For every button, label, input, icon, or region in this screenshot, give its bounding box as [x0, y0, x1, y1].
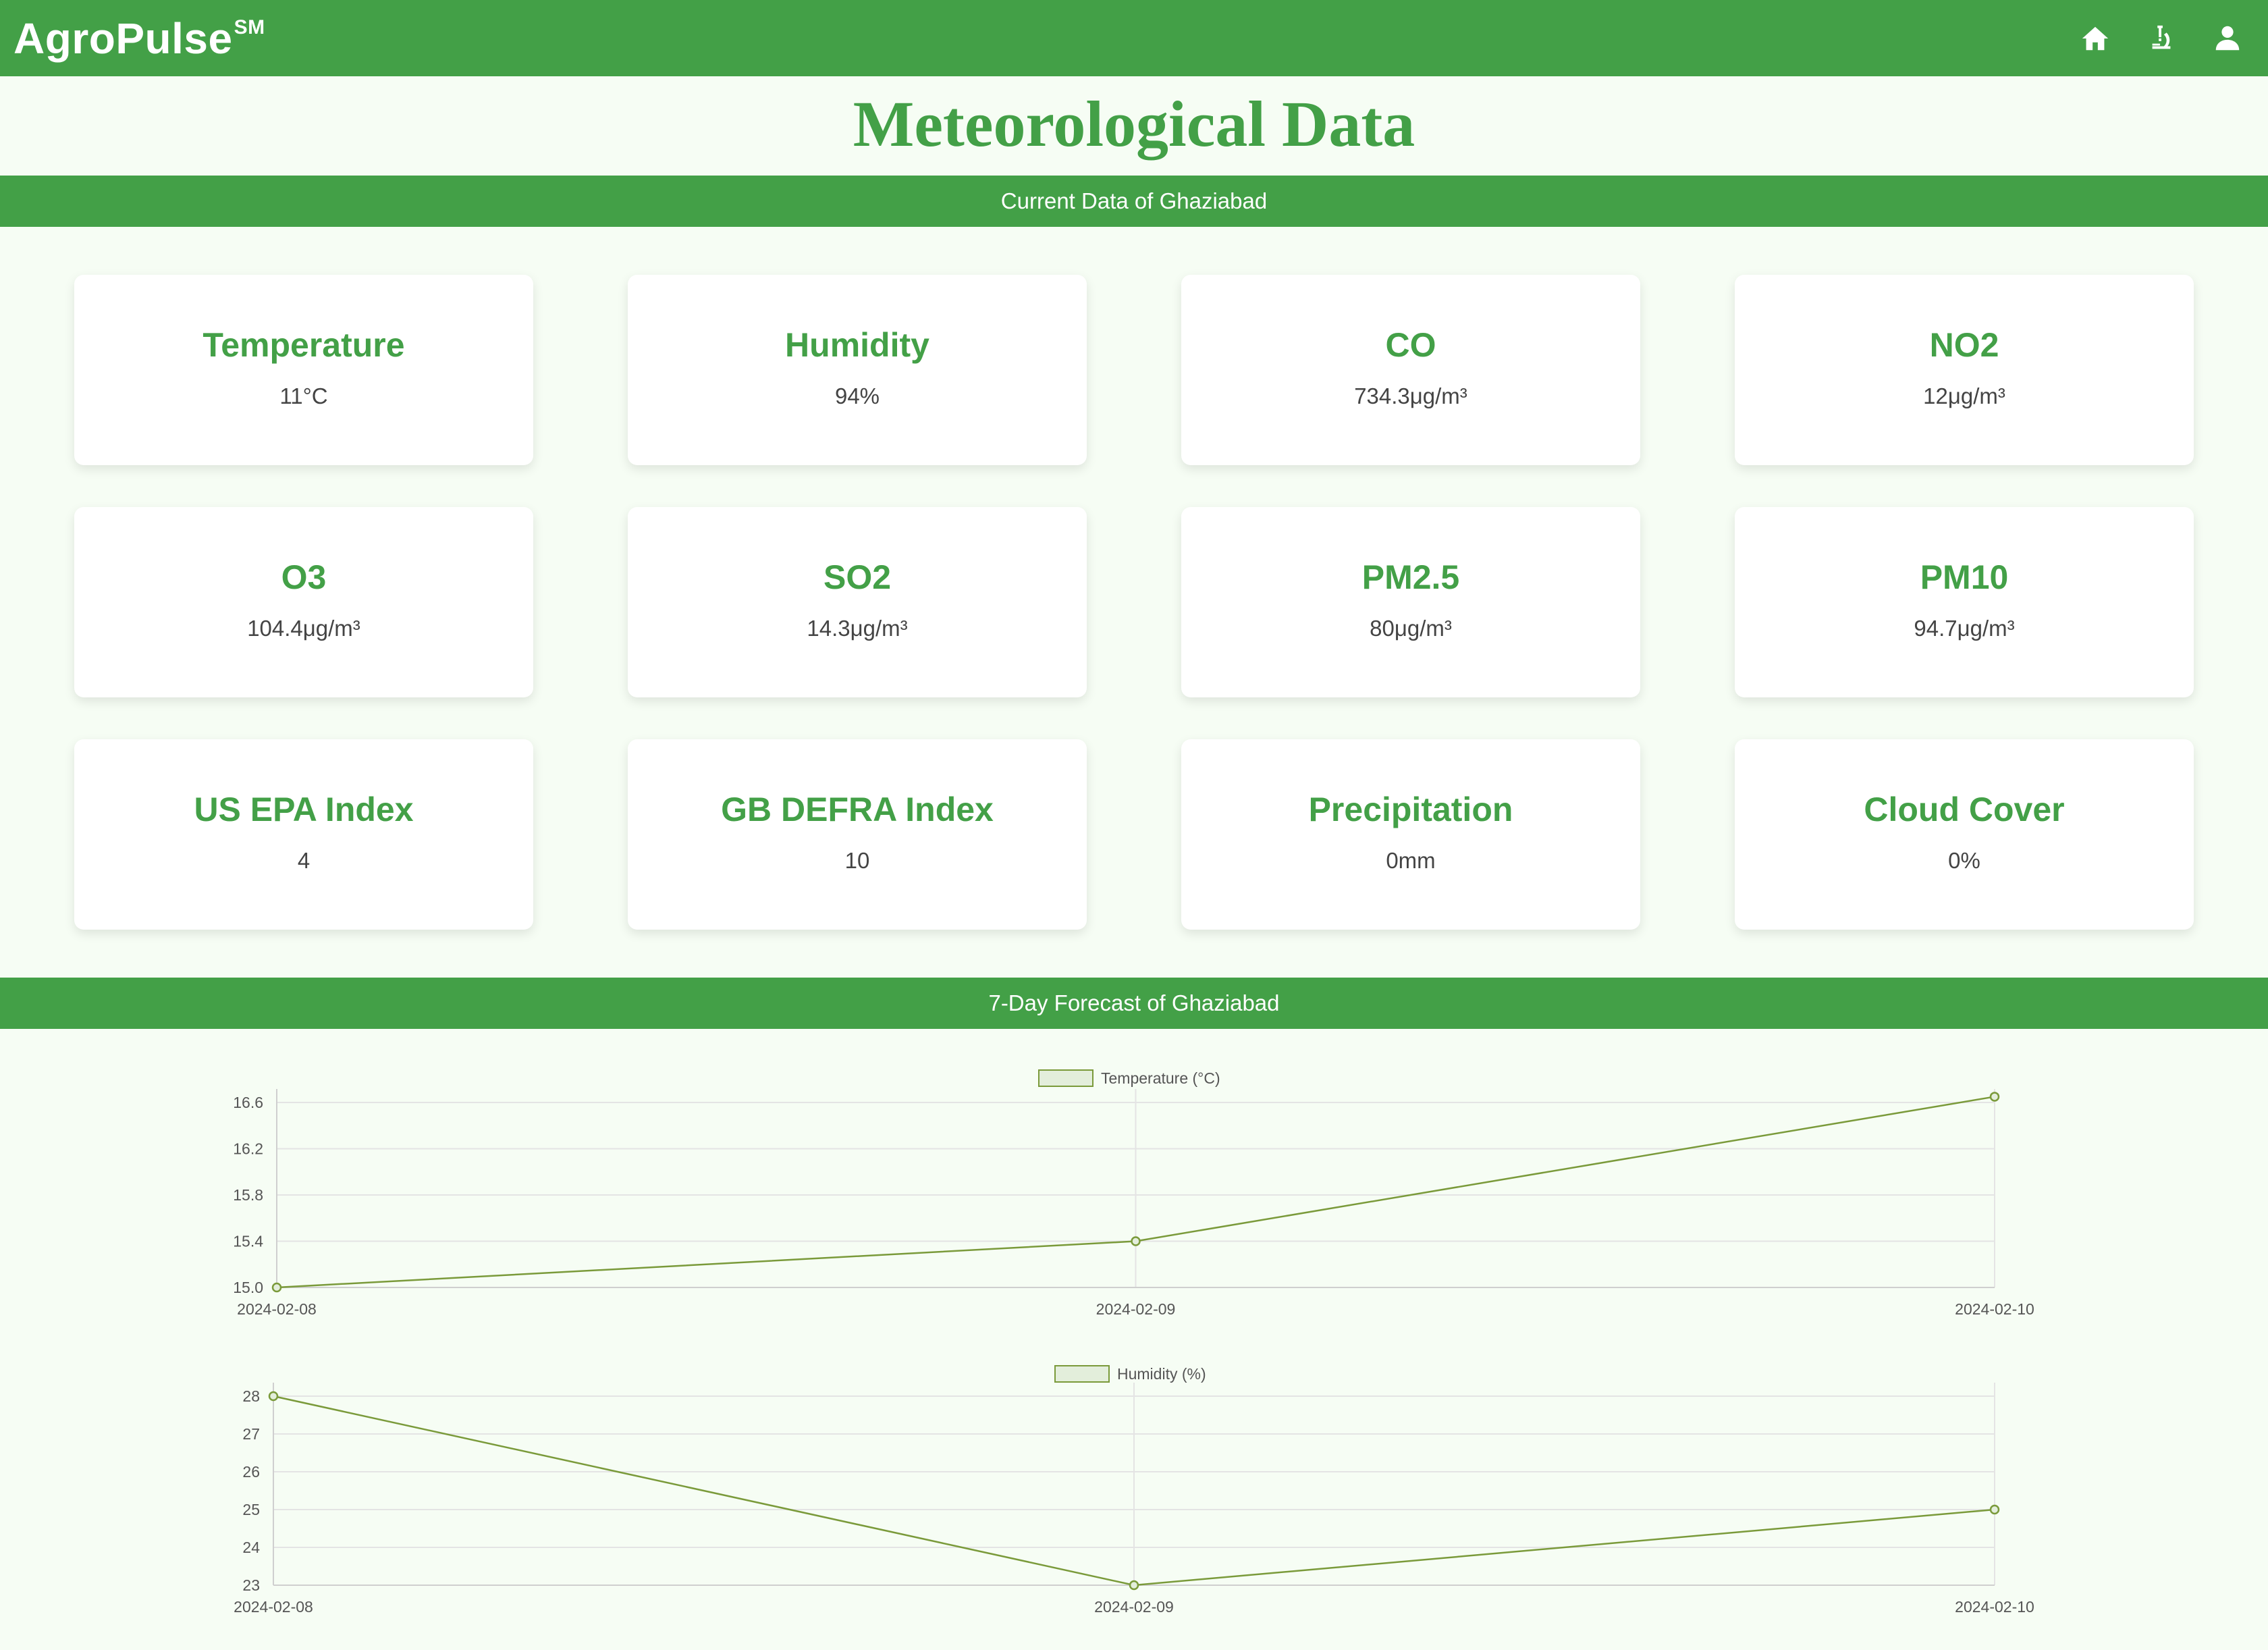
- metric-card: Cloud Cover 0%: [1735, 739, 2194, 930]
- y-tick-label: 28: [242, 1387, 260, 1405]
- home-icon[interactable]: [2075, 18, 2115, 59]
- legend-swatch: [1054, 1365, 1110, 1383]
- microscope-icon[interactable]: [2141, 18, 2182, 59]
- x-tick-label: 2024-02-09: [1094, 1598, 1174, 1616]
- temperature-chart-svg: Temperature (°C) 15.0 15.4 15.8 16.2 16.6 2024…: [233, 1069, 2034, 1318]
- metric-card: Humidity 94%: [628, 275, 1087, 465]
- metric-value: 14.3μg/m³: [807, 616, 908, 641]
- metric-value: 0%: [1948, 848, 1980, 873]
- data-point: [268, 1391, 279, 1402]
- metric-label: US EPA Index: [194, 791, 414, 828]
- metric-card: PM2.5 80μg/m³: [1181, 507, 1640, 697]
- y-tick-label: 26: [242, 1463, 260, 1481]
- brand-logo[interactable]: AgroPulseSM: [14, 14, 265, 63]
- brand-name: AgroPulse: [14, 14, 233, 63]
- metric-value: 94%: [834, 383, 880, 408]
- metric-label: SO2: [823, 558, 892, 596]
- forecast-header: 7-Day Forecast of Ghaziabad: [0, 978, 2268, 1029]
- chart-legend: Temperature (°C): [1038, 1069, 1220, 1087]
- metric-card: US EPA Index 4: [74, 739, 533, 930]
- y-tick-label: 23: [242, 1576, 260, 1594]
- current-data-header: Current Data of Ghaziabad: [0, 176, 2268, 227]
- y-tick-label: 25: [242, 1501, 260, 1518]
- x-tick-label: 2024-02-09: [1096, 1300, 1176, 1318]
- temperature-chart: Temperature (°C) 15.0 15.4 15.8 16.2 16.6 2024…: [0, 1060, 2268, 1330]
- service-mark: SM: [234, 16, 265, 39]
- nav-icons: [2049, 18, 2248, 59]
- metric-value: 734.3μg/m³: [1354, 383, 1467, 408]
- metric-value: 10: [844, 848, 870, 873]
- data-point: [271, 1282, 282, 1293]
- x-tick-label: 2024-02-08: [234, 1598, 313, 1616]
- chart-legend: Humidity (%): [1054, 1365, 1206, 1383]
- legend-swatch: [1038, 1069, 1094, 1087]
- metric-card: GB DEFRA Index 10: [628, 739, 1087, 930]
- metric-value: 104.4μg/m³: [247, 616, 360, 641]
- metric-label: Humidity: [785, 326, 929, 364]
- metric-card: SO2 14.3μg/m³: [628, 507, 1087, 697]
- metric-card: PM10 94.7μg/m³: [1735, 507, 2194, 697]
- metric-label: GB DEFRA Index: [721, 791, 994, 828]
- user-icon[interactable]: [2207, 18, 2248, 59]
- metric-value: 80μg/m³: [1370, 616, 1452, 641]
- metric-value: 11°C: [279, 383, 328, 408]
- top-navbar: AgroPulseSM: [0, 0, 2268, 76]
- metric-label: CO: [1385, 326, 1436, 364]
- data-point: [1989, 1092, 2000, 1102]
- data-point: [1129, 1580, 1139, 1591]
- y-tick-label: 15.8: [233, 1186, 263, 1204]
- metric-card: O3 104.4μg/m³: [74, 507, 533, 697]
- metric-label: NO2: [1929, 326, 1999, 364]
- data-point: [1131, 1236, 1141, 1246]
- humidity-chart-svg: Humidity (%) 23 24 25 26 27 28 2024-02-08 2024-0…: [234, 1365, 2034, 1616]
- metric-label: PM10: [1920, 558, 2009, 596]
- metric-label: O3: [281, 558, 327, 596]
- metric-cards: Temperature 11°C Humidity 94% CO 734.3μg/m³ NO…: [74, 275, 2194, 930]
- x-tick-label: 2024-02-08: [237, 1300, 317, 1318]
- y-tick-label: 27: [242, 1425, 260, 1443]
- metric-value: 4: [297, 848, 310, 873]
- metric-label: Precipitation: [1308, 791, 1513, 828]
- metric-label: Temperature: [202, 326, 405, 364]
- legend-label: Humidity (%): [1117, 1365, 1206, 1383]
- metric-value: 94.7μg/m³: [1914, 616, 2015, 641]
- humidity-chart: Humidity (%) 23 24 25 26 27 28 2024-02-08 2024-0…: [0, 1357, 2268, 1627]
- metric-card: NO2 12μg/m³: [1735, 275, 2194, 465]
- x-tick-label: 2024-02-10: [1955, 1300, 2034, 1318]
- metric-value: 0mm: [1386, 848, 1436, 873]
- metric-card: Precipitation 0mm: [1181, 739, 1640, 930]
- metric-label: PM2.5: [1361, 558, 1460, 596]
- legend-label: Temperature (°C): [1101, 1069, 1220, 1087]
- y-tick-label: 15.0: [233, 1279, 263, 1296]
- x-tick-label: 2024-02-10: [1955, 1598, 2034, 1616]
- y-tick-label: 16.2: [233, 1140, 263, 1158]
- page-title: Meteorological Data: [853, 88, 1415, 160]
- metric-label: Cloud Cover: [1864, 791, 2065, 828]
- y-tick-label: 15.4: [233, 1233, 263, 1250]
- metric-card: CO 734.3μg/m³: [1181, 275, 1640, 465]
- metric-value: 12μg/m³: [1923, 383, 2005, 408]
- y-tick-label: 16.6: [233, 1094, 263, 1111]
- y-tick-label: 24: [242, 1539, 260, 1556]
- data-point: [1989, 1504, 2000, 1515]
- metric-card: Temperature 11°C: [74, 275, 533, 465]
